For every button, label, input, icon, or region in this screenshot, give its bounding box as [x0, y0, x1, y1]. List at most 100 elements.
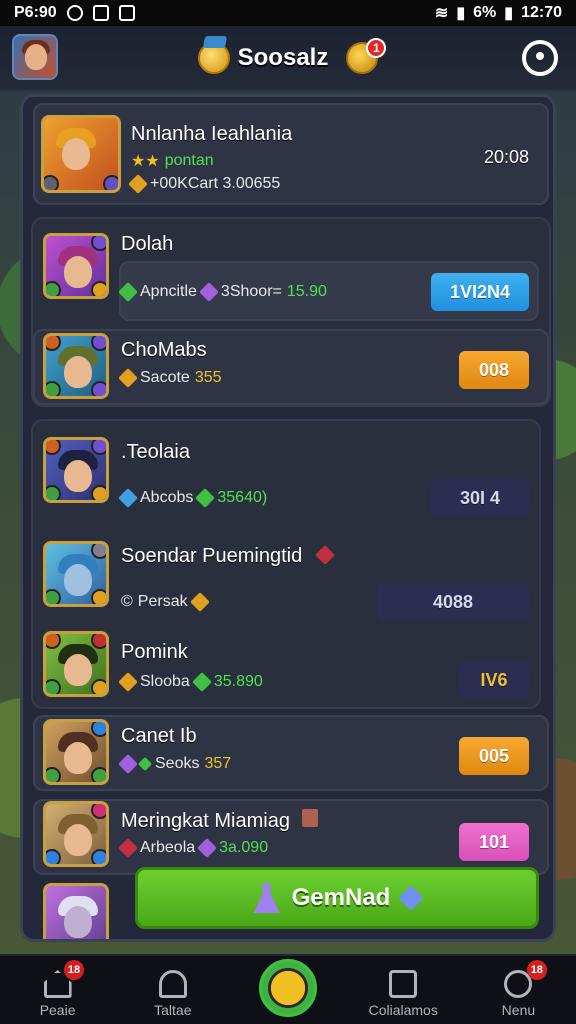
- signal-icon: ▮: [456, 5, 466, 22]
- purple-gem-icon: [199, 282, 219, 302]
- hero-name: Soendar Puemingtid: [121, 545, 335, 568]
- nav-badge: 18: [64, 960, 84, 980]
- scroll-icon: [301, 809, 318, 827]
- page-title: Soosalz: [237, 44, 329, 71]
- notification-badge: 1: [366, 38, 387, 58]
- hero-portrait: [43, 333, 109, 399]
- hero-list-panel: Nnlanha Ieahlania ★★ pontan +00KCart 3.0…: [20, 94, 556, 942]
- status-bar: P6:90 ≋ ▮ 6% ▮ 12:70: [0, 0, 576, 26]
- resource-value: 35640): [217, 489, 268, 506]
- hero-action-button[interactable]: 005: [459, 737, 529, 775]
- resource-label: Abcobs: [140, 489, 194, 506]
- purple-gem-icon: [118, 754, 138, 774]
- nav-label: Colialamos: [368, 1002, 438, 1018]
- hero-tag: pontan: [164, 152, 214, 169]
- image-icon: [118, 5, 135, 21]
- resource-value: 355: [194, 369, 222, 386]
- hero-name: Pomink: [121, 641, 188, 663]
- header: Soosalz 1: [0, 26, 576, 92]
- hero-name-text: Meringkat Miamiag: [121, 810, 290, 832]
- hero-name: Nnlanha Ieahlania: [131, 123, 293, 145]
- hero-resources: Seoks 357: [118, 754, 232, 774]
- emblem-icon: [197, 42, 230, 74]
- hero-portrait: [43, 631, 109, 697]
- hero-score: 20:08: [483, 147, 529, 167]
- gold-icon: [118, 368, 138, 388]
- gold-icon: [189, 592, 210, 612]
- green-gem-icon: [195, 488, 216, 508]
- purple-gem-icon: [197, 838, 218, 858]
- status-time: P6:90: [14, 4, 57, 21]
- hero-resources: Slooba 35.890: [118, 672, 263, 692]
- gem-action-label: GemNad: [291, 884, 391, 911]
- hero-portrait: [43, 541, 109, 607]
- hero-name: .Teolaia: [121, 441, 190, 463]
- gold-icon: [118, 672, 138, 692]
- green-gem-icon: [191, 672, 212, 692]
- nav-item-center[interactable]: [230, 956, 345, 1024]
- hero-action-button[interactable]: IV6: [459, 661, 529, 699]
- hero-action-button[interactable]: 30I 4: [431, 479, 529, 517]
- profile-icon[interactable]: [522, 40, 558, 76]
- hero-name: Dolah: [121, 233, 174, 255]
- resource-label: Slooba: [140, 673, 190, 690]
- hero-resources: Sacote 355: [118, 368, 222, 388]
- blue-gem-icon: [398, 885, 425, 911]
- nav-label: Nenu: [501, 1002, 536, 1018]
- shop-icon: [158, 970, 187, 998]
- hero-rank: ★★ pontan: [131, 151, 214, 171]
- battery-icon: ▮: [504, 5, 514, 22]
- nav-item-menu[interactable]: 18 Nenu: [461, 956, 576, 1024]
- green-gem-icon: [118, 282, 138, 302]
- nav-item-collections[interactable]: Colialamos: [346, 956, 461, 1024]
- resource-label: Apncitle: [140, 283, 197, 300]
- featured-hero-card[interactable]: Nnlanha Ieahlania ★★ pontan +00KCart 3.0…: [33, 103, 549, 205]
- hero-name-text: Soendar Puemingtid: [121, 545, 303, 567]
- resource-value: 3a.090: [219, 839, 269, 856]
- nav-item-shop[interactable]: Taltae: [115, 956, 230, 1024]
- bottom-navigation: 18 Peaie Taltae Colialamos 18 Nenu: [0, 954, 576, 1024]
- coin-icon[interactable]: 1: [346, 38, 387, 74]
- blue-gem-icon: [118, 488, 138, 508]
- player-avatar[interactable]: [12, 34, 58, 80]
- gold-icon: [128, 174, 148, 194]
- green-gem-icon: [137, 756, 153, 772]
- resource-extra: 3Shoor=: [220, 283, 282, 300]
- status-right-time: 12:70: [521, 4, 562, 21]
- red-gem-icon: [314, 545, 335, 565]
- hero-action-button[interactable]: 1VI2N4: [431, 273, 529, 311]
- hero-currency: +00KCart 3.00655: [128, 174, 280, 194]
- hero-name: ChoMabs: [121, 339, 207, 361]
- resource-value: 357: [204, 755, 232, 772]
- hero-portrait: [43, 883, 109, 939]
- hero-resources: Abcobs 35640): [118, 488, 268, 508]
- nav-badge: 18: [526, 960, 547, 980]
- copyright-icon: ©: [121, 593, 133, 610]
- nav-item-home[interactable]: 18 Peaie: [0, 956, 115, 1024]
- hero-name: Meringkat Miamiag: [121, 809, 318, 833]
- flask-icon: [253, 883, 280, 913]
- hero-portrait: [43, 437, 109, 503]
- hero-action-button[interactable]: 4088: [377, 583, 529, 621]
- gem-action-button[interactable]: GemNad: [135, 867, 539, 929]
- hero-resources: Apncitle 3Shoor= 15.90: [118, 282, 327, 302]
- hero-action-button[interactable]: 008: [459, 351, 529, 389]
- resource-value: 15.90: [286, 283, 327, 300]
- resource-label: Sacote: [140, 369, 190, 386]
- collection-icon: [389, 970, 418, 998]
- red-gem-icon: [118, 838, 138, 858]
- resource-label: Arbeola: [140, 839, 196, 856]
- hero-portrait: [43, 719, 109, 785]
- hero-portrait: [43, 801, 109, 867]
- hero-action-button[interactable]: 101: [459, 823, 529, 861]
- battery-level: 6%: [473, 4, 497, 21]
- notification-icon: [66, 5, 83, 21]
- resource-label: Persak: [137, 593, 188, 610]
- header-center: Soosalz 1: [197, 38, 387, 74]
- hero-portrait: [43, 233, 109, 299]
- nav-label: Taltae: [154, 1002, 192, 1018]
- resource-value: 35.890: [213, 673, 263, 690]
- star-rating: ★★: [131, 153, 160, 170]
- wifi-icon: ≋: [434, 5, 449, 22]
- hero-name: Canet Ib: [121, 725, 197, 747]
